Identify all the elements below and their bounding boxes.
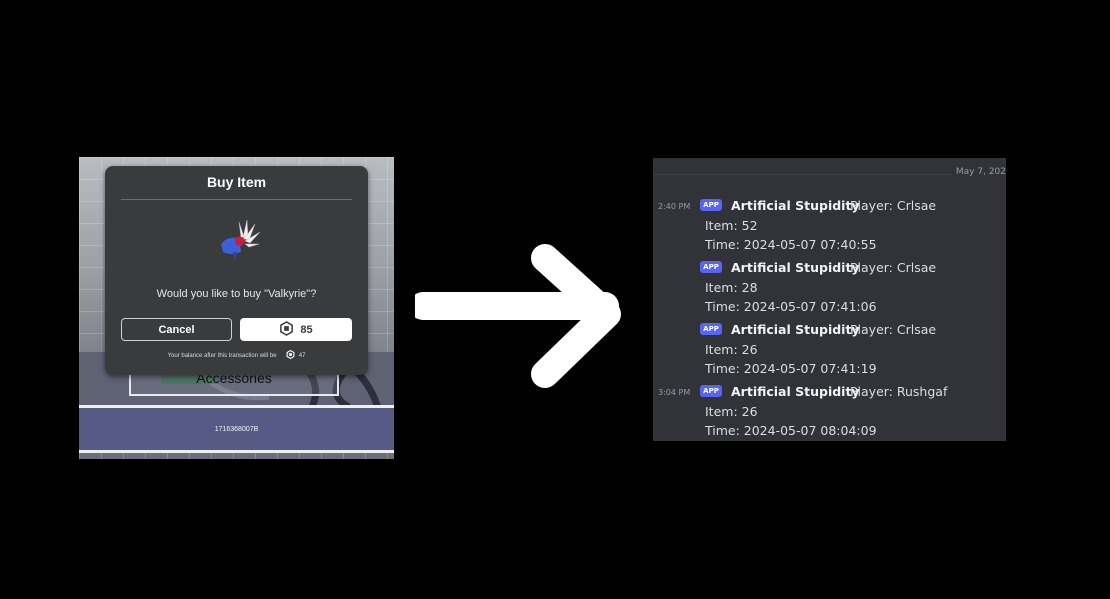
item-field: Item: 26	[705, 342, 758, 357]
item-field: Item: 52	[705, 218, 758, 233]
author-name[interactable]: Artificial Stupidity	[731, 260, 860, 275]
price-label: 85	[300, 323, 313, 336]
valkyrie-helm-icon	[217, 218, 261, 269]
author-name[interactable]: Artificial Stupidity	[731, 384, 860, 399]
player-field: Player: Crlsae	[850, 260, 937, 275]
time-field: Time: 2024-05-07 08:04:09	[705, 423, 877, 438]
buy-button[interactable]: 85	[240, 318, 352, 341]
player-id-strip: 1716368007B	[79, 408, 394, 450]
time-field: Time: 2024-05-07 07:40:55	[705, 237, 877, 252]
app-badge: APP	[700, 199, 722, 211]
date-divider-line	[653, 174, 951, 175]
robux-icon	[279, 320, 294, 339]
message-timestamp: 3:04 PM	[658, 388, 691, 397]
buy-item-dialog: Buy Item Would you like to buy "Valkyrie…	[105, 166, 368, 375]
purchase-question: Would you like to buy "Valkyrie"?	[156, 288, 317, 300]
player-field: Player: Crlsae	[850, 198, 937, 213]
divider-bar	[79, 450, 394, 453]
app-badge: APP	[700, 323, 722, 335]
player-field: Player: Rushgaf	[850, 384, 948, 399]
item-field: Item: 28	[705, 280, 758, 295]
robux-icon	[286, 349, 295, 361]
date-divider: May 7, 202	[955, 167, 1006, 177]
cancel-button[interactable]: Cancel	[121, 318, 232, 341]
app-badge: APP	[700, 385, 722, 397]
app-badge: APP	[700, 261, 722, 273]
balance-text: Your balance after this transaction will…	[167, 353, 277, 360]
author-name[interactable]: Artificial Stupidity	[731, 322, 860, 337]
balance-value: 47	[298, 353, 306, 360]
dialog-title: Buy Item	[206, 174, 267, 190]
author-name[interactable]: Artificial Stupidity	[731, 198, 860, 213]
message-timestamp: 2:40 PM	[658, 202, 691, 211]
discord-channel: May 7, 202 2:40 PM APP Artificial Stupid…	[653, 158, 1006, 441]
time-field: Time: 2024-05-07 07:41:06	[705, 299, 877, 314]
right-arrow-icon	[409, 240, 625, 395]
item-field: Item: 26	[705, 404, 758, 419]
player-field: Player: Crlsae	[850, 322, 937, 337]
balance-note: Your balance after this transaction will…	[105, 349, 368, 361]
time-field: Time: 2024-05-07 07:41:19	[705, 361, 877, 376]
player-id: 1716368007B	[214, 425, 259, 433]
dialog-divider	[121, 199, 352, 200]
